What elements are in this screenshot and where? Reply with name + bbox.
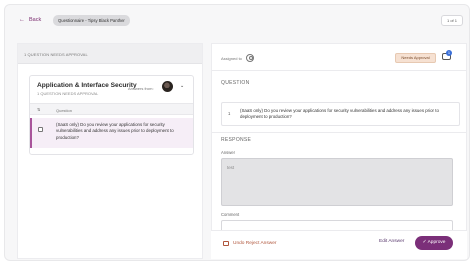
question-detail-panel: Assigned to Needs Approval 1 QUESTION 1 … bbox=[211, 43, 467, 259]
action-footer: Undo Reject Answer Edit Answer ✓ Approve bbox=[211, 230, 467, 259]
person-icon[interactable] bbox=[246, 54, 254, 62]
answer-value: test bbox=[227, 165, 235, 170]
questionnaire-chip[interactable]: Questionnaire - Tipsy Black Panther bbox=[53, 15, 130, 26]
pager[interactable]: 1 of 1 bbox=[441, 15, 463, 26]
assigned-label: Assigned to bbox=[221, 56, 242, 61]
undo-icon bbox=[223, 241, 229, 246]
category-subtitle: 1 QUESTION NEEDS APPROVAL bbox=[37, 91, 99, 96]
check-icon: ✓ bbox=[422, 240, 427, 245]
comment-label: Comment bbox=[221, 212, 240, 217]
table-row[interactable]: (SaaS only) Do you review your applicati… bbox=[30, 118, 193, 148]
divider bbox=[212, 132, 466, 133]
undo-reject-button[interactable]: Undo Reject Answer bbox=[223, 241, 276, 246]
divider bbox=[212, 70, 466, 71]
answers-from-label: Answers from: bbox=[128, 86, 154, 91]
question-number: 1 bbox=[228, 111, 231, 116]
row-question-text: (SaaS only) Do you review your applicati… bbox=[56, 122, 174, 140]
arrow-left-icon: ← bbox=[19, 17, 25, 23]
response-section-title: RESPONSE bbox=[221, 137, 252, 143]
comment-count-badge: 1 bbox=[446, 50, 452, 56]
comment-field[interactable] bbox=[221, 220, 453, 230]
row-checkbox[interactable] bbox=[38, 127, 43, 132]
question-section-title: QUESTION bbox=[221, 80, 250, 86]
chevron-down-icon[interactable]: ⌄ bbox=[180, 83, 184, 89]
back-button[interactable]: ← Back bbox=[19, 17, 41, 23]
category-title: Application & Interface Security bbox=[37, 82, 137, 89]
back-label: Back bbox=[29, 17, 42, 23]
approve-label: Approve bbox=[427, 240, 446, 245]
question-text: (SaaS only) Do you review your applicati… bbox=[240, 108, 439, 120]
undo-label: Undo Reject Answer bbox=[233, 241, 277, 246]
edit-answer-button[interactable]: Edit Answer bbox=[379, 239, 404, 244]
column-question: Question bbox=[56, 107, 73, 113]
sort-icon[interactable]: ⇅ bbox=[37, 107, 40, 112]
answer-label: Answer bbox=[221, 150, 235, 155]
status-badge: Needs Approval bbox=[395, 53, 436, 63]
app-window: ← Back Questionnaire - Tipsy Black Panth… bbox=[4, 4, 470, 261]
answer-field[interactable]: test bbox=[221, 158, 453, 206]
category-card: Application & Interface Security 1 QUEST… bbox=[29, 75, 194, 155]
approve-button[interactable]: ✓ Approve bbox=[415, 236, 453, 250]
avatar[interactable] bbox=[162, 81, 173, 92]
approval-count-header: 1 QUESTION NEEDS APPROVAL bbox=[18, 44, 202, 64]
question-box: 1 (SaaS only) Do you review your applica… bbox=[221, 102, 460, 126]
table-header: ⇅ Question bbox=[30, 103, 193, 115]
